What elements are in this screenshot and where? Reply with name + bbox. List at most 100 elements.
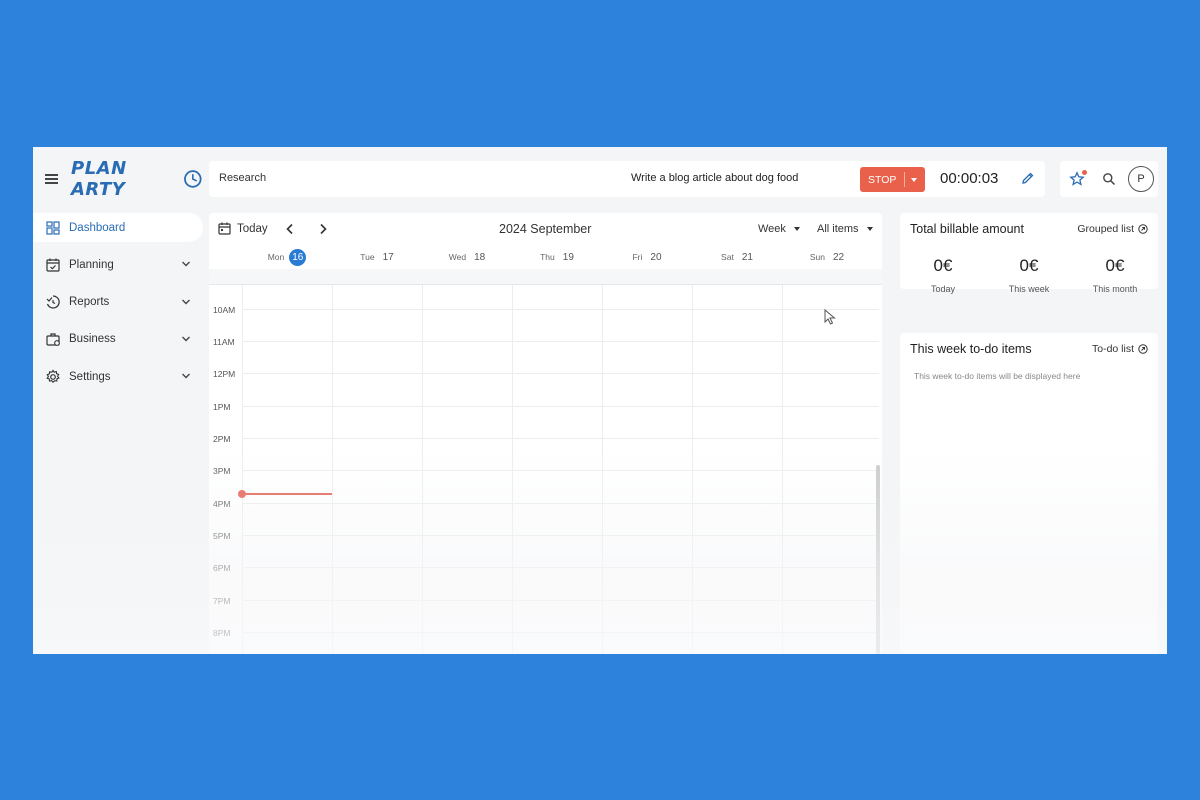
day-name: Fri (632, 252, 643, 262)
hour-line (242, 535, 879, 536)
search-icon[interactable] (1102, 172, 1116, 186)
day-name: Wed (448, 252, 467, 262)
grouped-list-link[interactable]: Grouped list (1077, 223, 1148, 235)
day-name: Sat (721, 252, 734, 262)
chevron-down-icon[interactable] (181, 297, 191, 307)
hour-line (242, 632, 879, 633)
pencil-icon[interactable] (1021, 171, 1035, 185)
mouse-cursor-icon (824, 309, 836, 325)
billable-title: Total billable amount (910, 222, 1024, 236)
notification-dot (1082, 170, 1087, 175)
todo-empty-message: This week to-do items will be displayed … (914, 371, 1081, 381)
hour-line (242, 470, 879, 471)
day-header[interactable]: Mon 16 (242, 248, 332, 266)
view-select-value: Week (758, 223, 786, 235)
calendar-check-icon (45, 257, 61, 273)
calendar-icon (218, 222, 231, 235)
menu-icon[interactable] (45, 174, 58, 184)
hour-line (242, 341, 879, 342)
stop-label: STOP (868, 173, 897, 186)
hour-line (242, 567, 879, 568)
scrollbar[interactable] (876, 465, 880, 654)
day-number: 22 (833, 251, 845, 263)
stat-this-week: 0€ This week (986, 256, 1072, 294)
today-label: Today (237, 222, 268, 235)
chevron-down-icon[interactable] (181, 259, 191, 269)
day-header[interactable]: Tue 17 (332, 248, 422, 266)
task-description[interactable]: Write a blog article about dog food (631, 172, 798, 184)
hour-label: 1PM (213, 402, 231, 412)
reports-icon (45, 294, 61, 310)
header-actions: P (1060, 161, 1158, 197)
day-number: 19 (562, 251, 574, 263)
chevron-right-icon[interactable] (316, 222, 330, 236)
sidebar-item-business[interactable]: Business (33, 325, 203, 354)
hour-label: 3PM (213, 466, 231, 476)
logo-clock-icon (184, 170, 202, 188)
sidebar-item-reports[interactable]: Reports (33, 288, 203, 317)
day-header[interactable]: Wed 18 (422, 248, 512, 266)
caret-down-icon (866, 227, 873, 231)
avatar[interactable]: P (1128, 166, 1154, 192)
sidebar-item-label: Business (69, 333, 116, 346)
stat-value: 0€ (1019, 256, 1039, 275)
calendar-title: 2024 September (499, 222, 592, 236)
items-filter-select[interactable]: All items (817, 223, 873, 235)
chevron-left-icon[interactable] (283, 222, 297, 236)
day-header-row: Mon 16 Tue 17 Wed 18 Thu 19 Fri 20 Sat 21 Sun 2… (242, 248, 882, 266)
logo-text: PLAN ARTY (71, 158, 127, 200)
caret-down-icon (793, 227, 800, 231)
hour-label: 4PM (213, 499, 231, 509)
hour-label: 2PM (213, 434, 231, 444)
day-name: Thu (540, 252, 555, 262)
stop-button[interactable]: STOP (860, 167, 925, 192)
billable-card: Total billable amount Grouped list 0€ To… (900, 213, 1158, 294)
day-header[interactable]: Thu 19 (512, 248, 602, 266)
stat-value: 0€ (1105, 256, 1125, 275)
logo[interactable]: PLAN ARTY (71, 158, 203, 200)
sidebar-item-dashboard[interactable]: Dashboard (33, 213, 203, 242)
view-select[interactable]: Week (758, 223, 800, 235)
caret-down-icon[interactable] (911, 177, 917, 182)
briefcase-icon (45, 331, 61, 347)
timer-bar: Research Write a blog article about dog … (209, 161, 1045, 197)
button-divider (904, 172, 905, 187)
sidebar-item-settings[interactable]: Settings (33, 362, 203, 391)
current-time-line (242, 493, 332, 495)
sidebar-nav: Dashboard Planning Reports Business Sett… (33, 213, 203, 399)
time-grid[interactable]: 10AM 11AM 12PM 1PM 2PM 3PM 4PM 5PM 6PM 7… (209, 285, 882, 654)
items-filter-value: All items (817, 223, 859, 235)
hour-label: 8PM (213, 628, 231, 638)
hour-label: 11AM (213, 337, 235, 347)
day-header[interactable]: Sun 22 (782, 248, 872, 266)
current-time-dot (238, 490, 246, 498)
hour-line (242, 503, 879, 504)
stat-label: This month (1092, 284, 1138, 294)
chevron-down-icon[interactable] (181, 334, 191, 344)
calendar-panel: Today 2024 September Week All items Mon 1… (209, 213, 882, 654)
day-header[interactable]: Fri 20 (602, 248, 692, 266)
sidebar-item-planning[interactable]: Planning (33, 250, 203, 279)
all-day-row[interactable] (209, 269, 882, 285)
day-name: Sun (809, 252, 825, 262)
hour-label: 12PM (213, 369, 236, 379)
day-name: Tue (360, 252, 375, 262)
todo-list-link[interactable]: To-do list (1092, 343, 1148, 355)
day-number: 16 (289, 248, 307, 266)
day-number: 18 (474, 251, 486, 263)
hour-line (242, 438, 879, 439)
app-window: PLAN ARTY Dashboard Planning Reports Bus… (33, 147, 1167, 654)
hour-line (242, 406, 879, 407)
calendar-toolbar: Today 2024 September Week All items (209, 213, 882, 245)
hour-line (242, 600, 879, 601)
todo-list-label: To-do list (1091, 343, 1134, 355)
stat-this-month: 0€ This month (1072, 256, 1158, 294)
today-button[interactable]: Today (218, 222, 268, 235)
hour-line (242, 309, 879, 310)
external-link-icon (1138, 344, 1148, 354)
project-name[interactable]: Research (219, 172, 266, 184)
day-header[interactable]: Sat 21 (692, 248, 782, 266)
hour-label: 6PM (213, 563, 231, 573)
chevron-down-icon[interactable] (181, 371, 191, 381)
hour-label: 7PM (213, 596, 231, 606)
